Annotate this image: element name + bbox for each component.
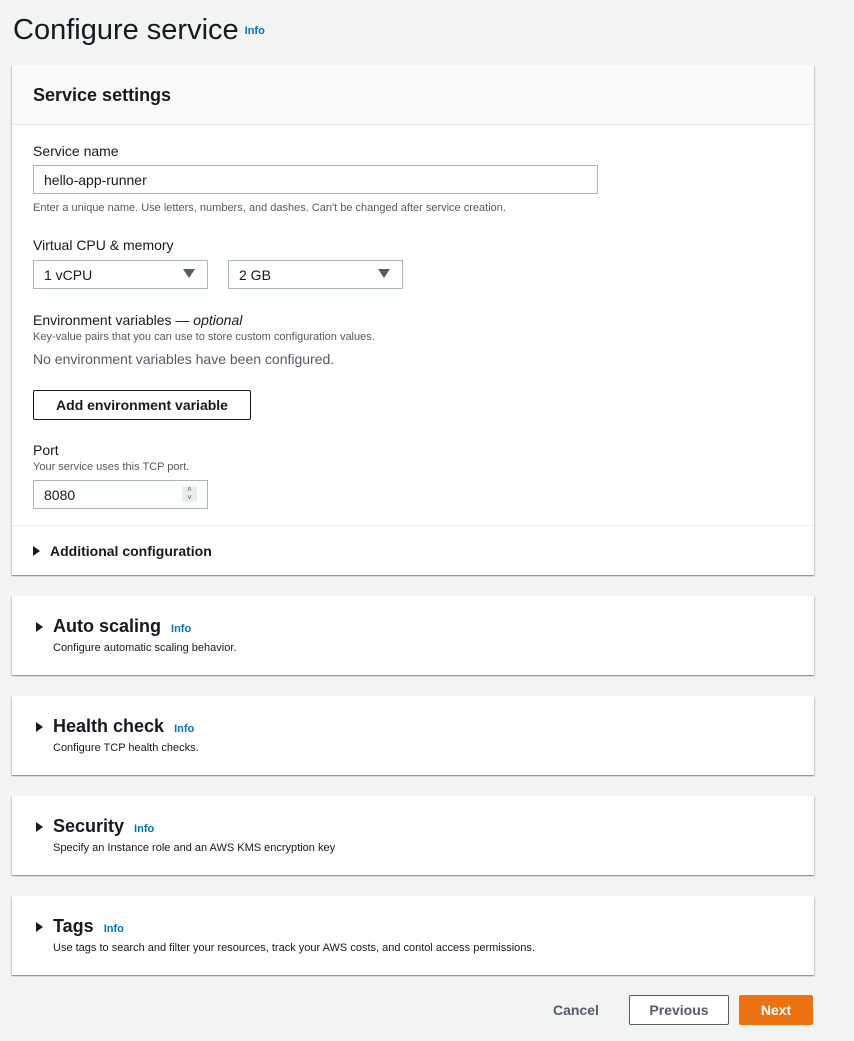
- next-button[interactable]: Next: [739, 995, 813, 1025]
- cancel-button[interactable]: Cancel: [553, 1002, 599, 1018]
- info-link[interactable]: Info: [134, 823, 154, 835]
- cpu-memory-label: Virtual CPU & memory: [33, 237, 174, 253]
- add-env-variable-button[interactable]: Add environment variable: [33, 390, 251, 420]
- service-settings-panel: Service settings Service name hello-app-…: [12, 65, 814, 575]
- page-title: Configure service Info: [13, 14, 265, 46]
- caret-right-icon: [36, 922, 43, 932]
- stepper-icon[interactable]: ˄ ˅: [182, 486, 197, 502]
- caret-right-icon: [36, 822, 43, 832]
- port-label: Port: [33, 442, 59, 458]
- port-input[interactable]: 8080 ˄ ˅: [33, 480, 208, 509]
- info-link[interactable]: Info: [104, 923, 124, 935]
- port-desc: Your service uses this TCP port.: [33, 461, 190, 473]
- auto-scaling-section[interactable]: Auto scaling Info Configure automatic scal…: [12, 596, 814, 675]
- security-section[interactable]: Security Info Specify an Instance role and…: [12, 796, 814, 875]
- additional-config-toggle[interactable]: Additional configuration: [33, 543, 212, 559]
- caret-right-icon: [36, 722, 43, 732]
- caret-down-icon: [378, 269, 390, 278]
- memory-select[interactable]: 2 GB: [228, 260, 403, 289]
- env-label: Environment variables — optional: [33, 312, 243, 328]
- caret-right-icon: [33, 546, 40, 556]
- env-desc: Key-value pairs that you can use to stor…: [33, 331, 375, 343]
- caret-down-icon: [183, 269, 195, 278]
- info-link[interactable]: Info: [174, 723, 194, 735]
- env-empty-text: No environment variables have been confi…: [33, 351, 335, 367]
- previous-button[interactable]: Previous: [629, 995, 729, 1025]
- info-link[interactable]: Info: [171, 623, 191, 635]
- panel-title: Service settings: [12, 65, 814, 125]
- service-name-hint: Enter a unique name. Use letters, number…: [33, 202, 506, 214]
- service-name-input[interactable]: hello-app-runner: [33, 165, 598, 194]
- cpu-select[interactable]: 1 vCPU: [33, 260, 208, 289]
- tags-section[interactable]: Tags Info Use tags to search and filter yo…: [12, 896, 814, 975]
- caret-right-icon: [36, 622, 43, 632]
- service-name-label: Service name: [33, 143, 119, 159]
- info-link[interactable]: Info: [245, 25, 265, 37]
- health-check-section[interactable]: Health check Info Configure TCP health che…: [12, 696, 814, 775]
